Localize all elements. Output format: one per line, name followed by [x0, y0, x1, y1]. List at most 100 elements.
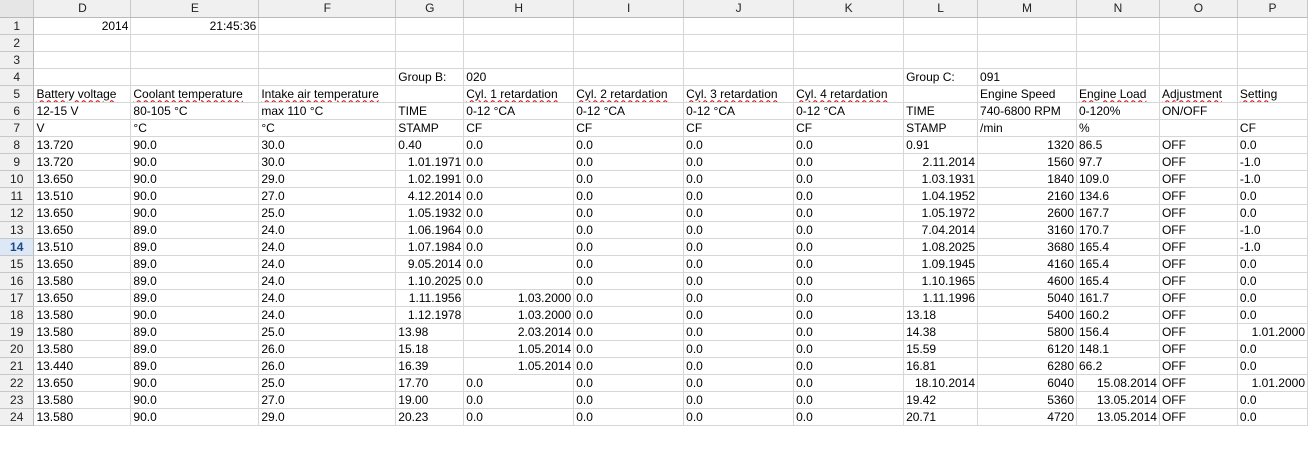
cell-h20[interactable]: 1.05.2014	[463, 340, 575, 358]
cell-h2[interactable]	[463, 34, 575, 52]
cell-p11[interactable]: 0.0	[1237, 187, 1308, 205]
cell-e4[interactable]	[130, 68, 260, 86]
cell-l8[interactable]: 0.91	[903, 136, 979, 154]
cell-l17[interactable]: 1.11.1996	[903, 289, 979, 307]
cell-f5[interactable]: Intake air temperature	[258, 85, 397, 103]
cell-k18[interactable]: 0.0	[793, 306, 905, 324]
cell-f18[interactable]: 24.0	[258, 306, 397, 324]
cell-k17[interactable]: 0.0	[793, 289, 905, 307]
cell-f4[interactable]	[258, 68, 397, 86]
cell-h18[interactable]: 1.03.2000	[463, 306, 575, 324]
cell-l18[interactable]: 13.18	[903, 306, 979, 324]
cell-i11[interactable]: 0.0	[573, 187, 685, 205]
cell-g12[interactable]: 1.05.1932	[395, 204, 465, 222]
cell-f24[interactable]: 29.0	[258, 408, 397, 426]
cell-m4[interactable]: 091	[977, 68, 1077, 86]
column-header-o[interactable]: O	[1159, 0, 1238, 18]
cell-h9[interactable]: 0.0	[463, 153, 575, 171]
cell-g23[interactable]: 19.00	[395, 391, 465, 409]
cell-g9[interactable]: 1.01.1971	[395, 153, 465, 171]
cell-o18[interactable]: OFF	[1159, 306, 1238, 324]
row-header-11[interactable]: 11	[0, 187, 35, 205]
cell-p7[interactable]: CF	[1237, 119, 1308, 137]
row-header-8[interactable]: 8	[0, 136, 35, 154]
cell-j8[interactable]: 0.0	[683, 136, 795, 154]
cell-p13[interactable]: -1.0	[1237, 221, 1308, 239]
cell-d2[interactable]	[33, 34, 132, 52]
cell-j1[interactable]	[683, 17, 795, 35]
cell-m5[interactable]: Engine Speed	[977, 85, 1077, 103]
cell-o5[interactable]: Adjustment	[1159, 85, 1238, 103]
cell-f11[interactable]: 27.0	[258, 187, 397, 205]
cell-d24[interactable]: 13.580	[33, 408, 132, 426]
cell-h10[interactable]: 0.0	[463, 170, 575, 188]
cell-n24[interactable]: 13.05.2014	[1076, 408, 1160, 426]
cell-j18[interactable]: 0.0	[683, 306, 795, 324]
cell-i9[interactable]: 0.0	[573, 153, 685, 171]
cell-e19[interactable]: 89.0	[130, 323, 260, 341]
cell-m11[interactable]: 2160	[977, 187, 1077, 205]
cell-l1[interactable]	[903, 17, 979, 35]
cell-d22[interactable]: 13.650	[33, 374, 132, 392]
cell-m1[interactable]	[977, 17, 1077, 35]
cell-h23[interactable]: 0.0	[463, 391, 575, 409]
cell-f20[interactable]: 26.0	[258, 340, 397, 358]
cell-j2[interactable]	[683, 34, 795, 52]
row-header-4[interactable]: 4	[0, 68, 35, 86]
row-header-9[interactable]: 9	[0, 153, 35, 171]
cell-k20[interactable]: 0.0	[793, 340, 905, 358]
cell-e1[interactable]: 21:45:36	[130, 17, 260, 35]
cell-g4[interactable]: Group B:	[395, 68, 465, 86]
cell-m6[interactable]: 740-6800 RPM	[977, 102, 1077, 120]
cell-m7[interactable]: /min	[977, 119, 1077, 137]
cell-l23[interactable]: 19.42	[903, 391, 979, 409]
row-header-13[interactable]: 13	[0, 221, 35, 239]
cell-k21[interactable]: 0.0	[793, 357, 905, 375]
column-header-l[interactable]: L	[903, 0, 979, 18]
cell-m22[interactable]: 6040	[977, 374, 1077, 392]
row-header-18[interactable]: 18	[0, 306, 35, 324]
row-header-12[interactable]: 12	[0, 204, 35, 222]
cell-p14[interactable]: -1.0	[1237, 238, 1308, 256]
cell-j17[interactable]: 0.0	[683, 289, 795, 307]
cell-h14[interactable]: 0.0	[463, 238, 575, 256]
cell-l12[interactable]: 1.05.1972	[903, 204, 979, 222]
cell-m24[interactable]: 4720	[977, 408, 1077, 426]
cell-h3[interactable]	[463, 51, 575, 69]
cell-i6[interactable]: 0-12 °CA	[573, 102, 685, 120]
row-header-17[interactable]: 17	[0, 289, 35, 307]
column-header-i[interactable]: I	[573, 0, 685, 18]
cell-h16[interactable]: 0.0	[463, 272, 575, 290]
cell-n10[interactable]: 109.0	[1076, 170, 1160, 188]
cell-j6[interactable]: 0-12 °CA	[683, 102, 795, 120]
column-header-g[interactable]: G	[395, 0, 465, 18]
cell-d3[interactable]	[33, 51, 132, 69]
cell-p9[interactable]: -1.0	[1237, 153, 1308, 171]
cell-m17[interactable]: 5040	[977, 289, 1077, 307]
cell-p6[interactable]	[1237, 102, 1308, 120]
cell-e3[interactable]	[130, 51, 260, 69]
cell-n19[interactable]: 156.4	[1076, 323, 1160, 341]
cell-h5[interactable]: Cyl. 1 retardation	[463, 85, 575, 103]
cell-k10[interactable]: 0.0	[793, 170, 905, 188]
cell-m18[interactable]: 5400	[977, 306, 1077, 324]
cell-e23[interactable]: 90.0	[130, 391, 260, 409]
cell-n23[interactable]: 13.05.2014	[1076, 391, 1160, 409]
cell-d5[interactable]: Battery voltage	[33, 85, 132, 103]
cell-g16[interactable]: 1.10.2025	[395, 272, 465, 290]
cell-k4[interactable]	[793, 68, 905, 86]
cell-g15[interactable]: 9.05.2014	[395, 255, 465, 273]
cell-d1[interactable]: 2014	[33, 17, 132, 35]
cell-h8[interactable]: 0.0	[463, 136, 575, 154]
cell-p20[interactable]: 0.0	[1237, 340, 1308, 358]
cell-e24[interactable]: 90.0	[130, 408, 260, 426]
cell-p18[interactable]: 0.0	[1237, 306, 1308, 324]
row-header-1[interactable]: 1	[0, 17, 35, 35]
cell-p12[interactable]: 0.0	[1237, 204, 1308, 222]
cell-d7[interactable]: V	[33, 119, 132, 137]
row-header-23[interactable]: 23	[0, 391, 35, 409]
cell-e11[interactable]: 90.0	[130, 187, 260, 205]
row-header-6[interactable]: 6	[0, 102, 35, 120]
cell-k3[interactable]	[793, 51, 905, 69]
cell-p5[interactable]: Setting	[1237, 85, 1308, 103]
